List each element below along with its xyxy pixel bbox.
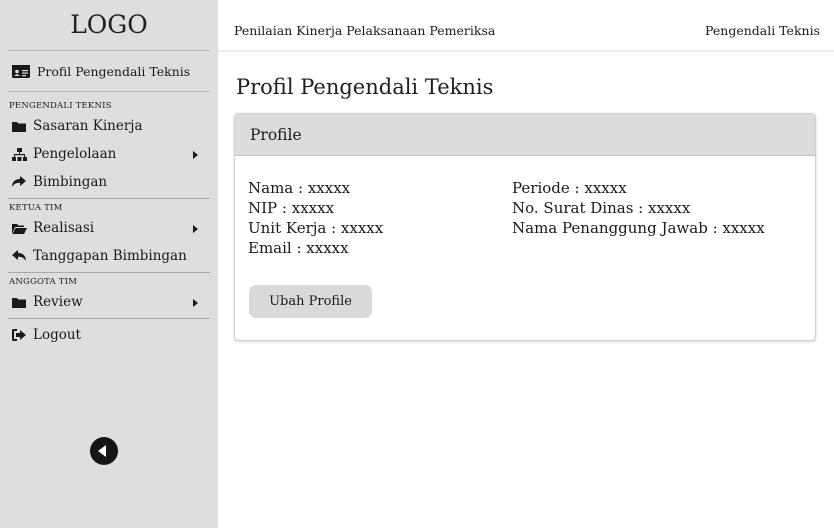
divider	[8, 318, 210, 319]
sidebar-item-bimbingan[interactable]: Bimbingan	[8, 168, 210, 196]
id-card-icon	[12, 64, 32, 78]
section-title-anggota-tim: ANGGOTA TIM	[9, 277, 78, 287]
sidebar: LOGO Profil Pengendali Teknis PENGENDALI…	[0, 0, 218, 528]
field-unit-kerja: Unit Kerja : xxxxx	[248, 219, 384, 237]
folder-icon	[11, 121, 27, 132]
sidebar-item-pengelolaan[interactable]: Pengelolaan	[8, 140, 210, 168]
field-nip: NIP : xxxxx	[248, 199, 335, 217]
divider	[8, 272, 210, 273]
field-periode: Periode : xxxxx	[512, 179, 627, 197]
field-email: Email : xxxxx	[248, 239, 349, 257]
collapse-sidebar-icon[interactable]	[90, 437, 118, 465]
sitemap-icon	[11, 147, 27, 161]
sidebar-item-label: Profil Pengendali Teknis	[37, 63, 191, 79]
logout-button[interactable]: Logout	[8, 321, 210, 349]
sidebar-item-label: Realisasi	[33, 220, 95, 236]
sidebar-item-tanggapan-bimbingan[interactable]: Tanggapan Bimbingan	[8, 242, 210, 270]
sidebar-item-profile[interactable]: Profil Pengendali Teknis	[8, 50, 210, 92]
app-title: Penilaian Kinerja Pelaksanaan Pemeriksa	[234, 23, 496, 38]
logout-label: Logout	[33, 327, 81, 343]
sidebar-item-label: Tanggapan Bimbingan	[33, 248, 187, 264]
user-role[interactable]: Pengendali Teknis	[705, 23, 820, 38]
field-nama: Nama : xxxxx	[248, 179, 351, 197]
field-no-surat-dinas: No. Surat Dinas : xxxxx	[512, 199, 691, 217]
section-title-pengendali: PENGENDALI TEKNIS	[9, 101, 112, 111]
reply-icon	[11, 250, 27, 262]
profile-card: Profile Nama : xxxxx NIP : xxxxx Unit Ke…	[234, 113, 816, 341]
sidebar-item-label: Sasaran Kinerja	[33, 118, 143, 134]
card-header: Profile	[235, 114, 815, 156]
edit-profile-button[interactable]: Ubah Profile	[249, 285, 372, 318]
field-nama-penanggung-jawab: Nama Penanggung Jawab : xxxxx	[512, 219, 765, 237]
sidebar-item-realisasi[interactable]: Realisasi	[8, 214, 210, 242]
page-title: Profil Pengendali Teknis	[236, 75, 494, 99]
caret-right-icon	[193, 299, 198, 307]
sidebar-item-review[interactable]: Review	[8, 288, 210, 316]
section-title-ketua-tim: KETUA TIM	[9, 203, 63, 213]
topbar: Penilaian Kinerja Pelaksanaan Pemeriksa …	[218, 0, 834, 52]
sidebar-item-label: Review	[33, 294, 83, 310]
profile-left-column: Nama : xxxxx NIP : xxxxx Unit Kerja : xx…	[248, 178, 383, 258]
logout-icon	[11, 329, 27, 341]
logo: LOGO	[70, 10, 148, 39]
sidebar-item-sasaran-kinerja[interactable]: Sasaran Kinerja	[8, 112, 210, 140]
divider	[8, 198, 210, 199]
share-arrow-icon	[11, 176, 27, 188]
caret-right-icon	[193, 225, 198, 233]
caret-right-icon	[193, 151, 198, 159]
profile-right-column: Periode : xxxxx No. Surat Dinas : xxxxx …	[512, 178, 765, 238]
folder-open-icon	[11, 223, 27, 234]
sidebar-item-label: Bimbingan	[33, 174, 108, 190]
folder-icon	[11, 297, 27, 308]
sidebar-item-label: Pengelolaan	[33, 146, 117, 162]
